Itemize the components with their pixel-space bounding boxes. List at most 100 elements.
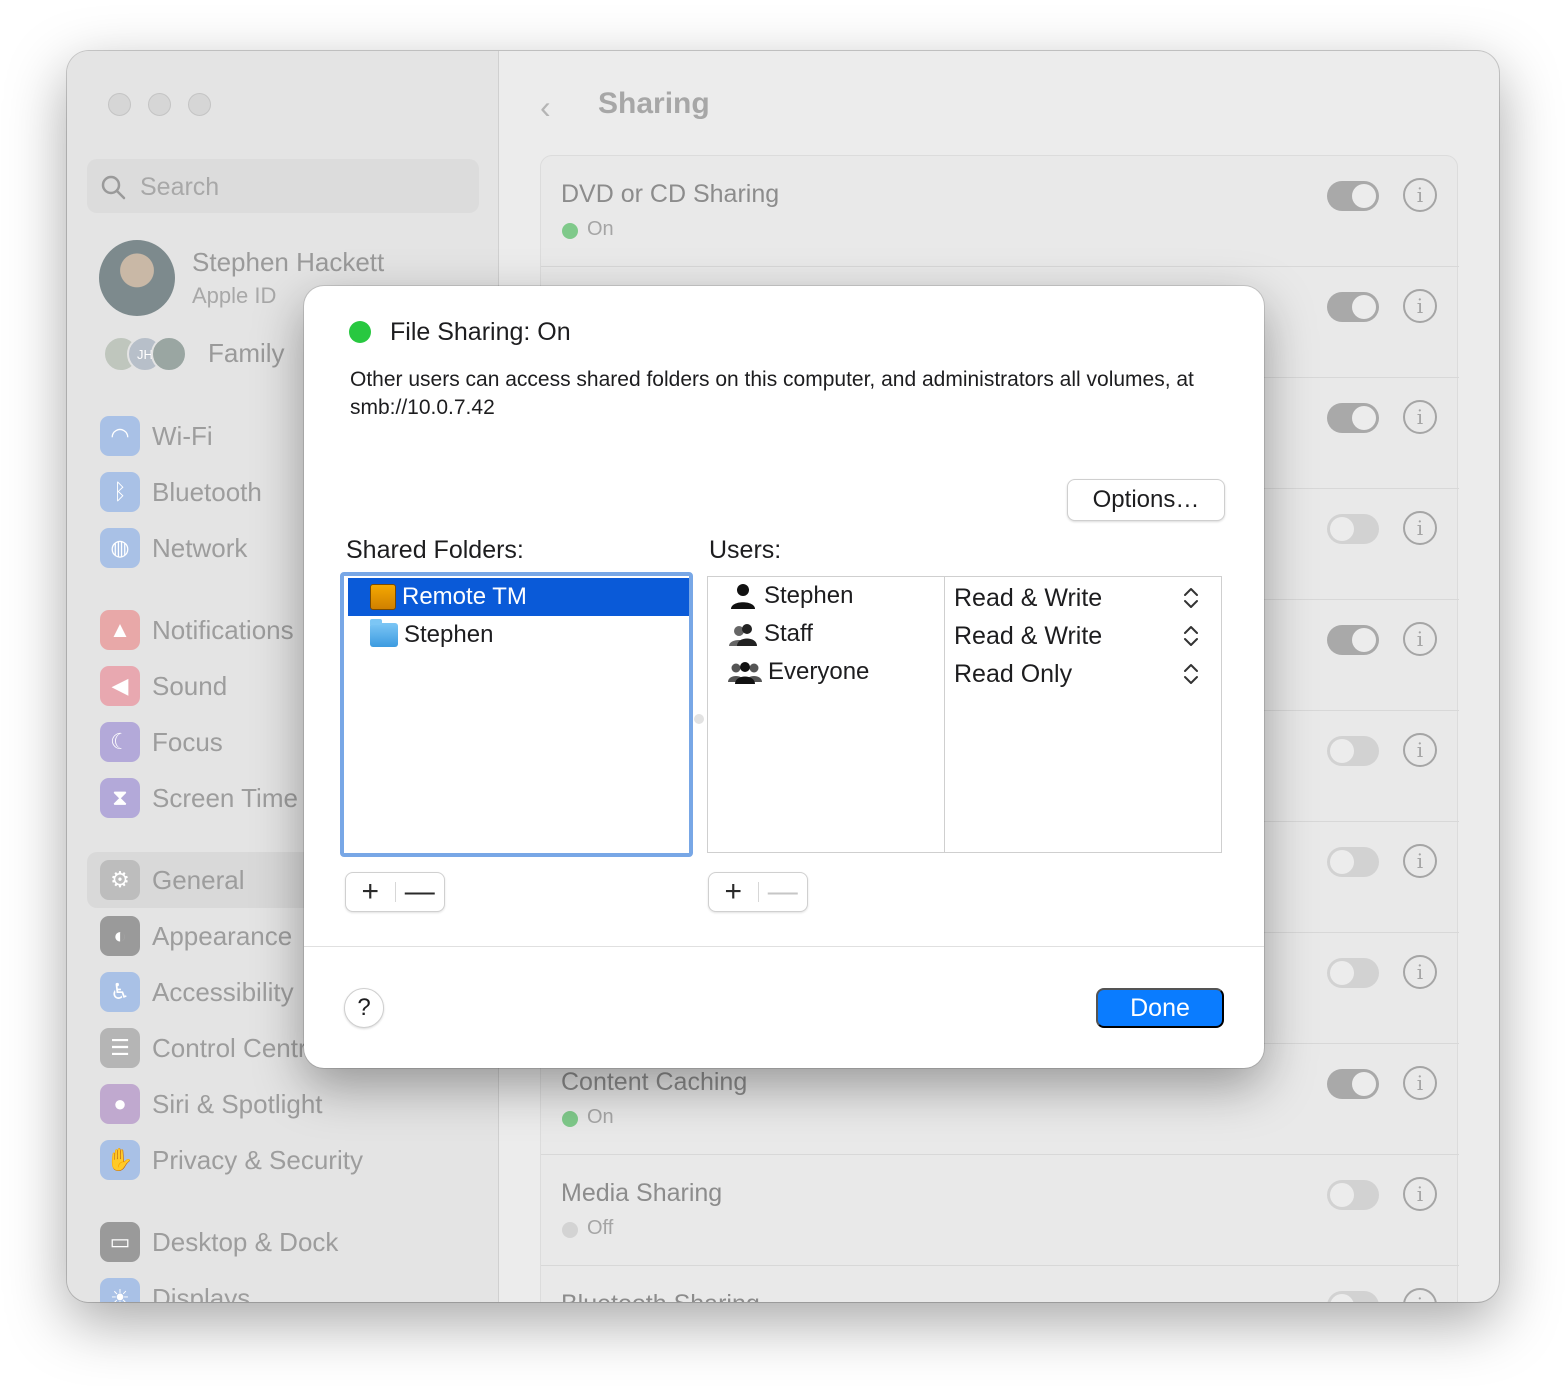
add-user-button[interactable]: + (709, 873, 758, 911)
toggle-switch[interactable] (1327, 1291, 1379, 1302)
sidebar-item-bluetooth[interactable]: ᛒ Bluetooth (100, 471, 262, 513)
sidebar-item-sound[interactable]: ◀ Sound (100, 665, 227, 707)
family-label[interactable]: Family (208, 338, 285, 369)
person-icon (731, 584, 755, 609)
info-icon[interactable]: i (1403, 622, 1437, 656)
sun-icon: ☀ (100, 1278, 140, 1302)
user-subtitle: Apple ID (192, 283, 277, 308)
column-divider (944, 577, 945, 852)
accessibility-icon: ♿ (100, 972, 140, 1012)
search-field[interactable]: Search (87, 159, 479, 213)
user-row-stephen[interactable]: Stephen (728, 577, 853, 615)
sidebar-item-notifications[interactable]: ▲ Notifications (100, 609, 294, 651)
updown-chevron-icon (1184, 588, 1198, 608)
users-table[interactable]: Stephen Staff Everyone Read & Write Read… (707, 576, 1222, 853)
permission-popup[interactable]: Read & Write (954, 579, 1214, 617)
sidebar-item-wifi[interactable]: ◠ Wi-Fi (100, 415, 213, 457)
toggle-switch[interactable] (1327, 181, 1379, 211)
globe-icon: ◍ (100, 528, 140, 568)
dock-icon: ▭ (100, 1222, 140, 1262)
sharing-row-bluetooth: Bluetooth Sharing i (541, 1266, 1459, 1302)
sidebar-item-focus[interactable]: ☾ Focus (100, 721, 223, 763)
sidebar-item-displays[interactable]: ☀ Displays (100, 1277, 250, 1302)
done-button[interactable]: Done (1096, 988, 1224, 1028)
everyone-icon (728, 662, 762, 684)
zoom-button[interactable] (188, 93, 211, 116)
info-icon[interactable]: i (1403, 955, 1437, 989)
add-folder-button[interactable]: + (346, 873, 395, 911)
sidebar-item-general[interactable]: ⚙ General (100, 859, 245, 901)
wifi-icon: ◠ (100, 416, 140, 456)
toggle-switch[interactable] (1327, 625, 1379, 655)
info-icon[interactable]: i (1403, 1288, 1437, 1302)
permission-popup[interactable]: Read & Write (954, 617, 1214, 655)
sidebar-item-network[interactable]: ◍ Network (100, 527, 247, 569)
dialog-description: Other users can access shared folders on… (350, 368, 1194, 419)
group-icon (729, 624, 757, 646)
info-icon[interactable]: i (1403, 289, 1437, 323)
info-icon[interactable]: i (1403, 400, 1437, 434)
chevron-left-icon: ‹ (540, 89, 551, 125)
drive-icon (370, 584, 396, 610)
status-indicator (349, 321, 371, 343)
bluetooth-icon: ᛒ (100, 472, 140, 512)
info-icon[interactable]: i (1403, 511, 1437, 545)
hourglass-icon: ⧗ (100, 778, 140, 818)
toggle-switch[interactable] (1327, 1180, 1379, 1210)
info-icon[interactable]: i (1403, 1066, 1437, 1100)
dialog-title: File Sharing: On (390, 318, 571, 346)
bell-icon: ▲ (100, 610, 140, 650)
info-icon[interactable]: i (1403, 733, 1437, 767)
family-avatar (151, 336, 187, 372)
toggle-switch[interactable] (1327, 958, 1379, 988)
sidebar-item-screen-time[interactable]: ⧗ Screen Time (100, 777, 298, 819)
file-sharing-dialog: File Sharing: On Other users can access … (304, 286, 1264, 1068)
user-row-staff[interactable]: Staff (728, 615, 813, 653)
sidebar-item-appearance[interactable]: ◐ Appearance (100, 915, 292, 957)
sharing-row-dvd: DVD or CD Sharing On i (541, 156, 1459, 267)
toggle-switch[interactable] (1327, 292, 1379, 322)
close-button[interactable] (108, 93, 131, 116)
toggle-switch[interactable] (1327, 736, 1379, 766)
siri-icon: ● (100, 1084, 140, 1124)
toggle-switch[interactable] (1327, 847, 1379, 877)
sharing-row-media: Media Sharing Off i (541, 1155, 1459, 1266)
folder-item-stephen[interactable]: Stephen (348, 616, 689, 654)
user-row-everyone[interactable]: Everyone (728, 653, 869, 691)
info-icon[interactable]: i (1403, 1177, 1437, 1211)
remove-user-button[interactable]: — (759, 873, 808, 911)
options-button[interactable]: Options… (1067, 479, 1225, 521)
avatar[interactable] (99, 240, 175, 316)
status-dot (562, 223, 578, 239)
help-button[interactable]: ? (344, 988, 384, 1028)
hand-icon: ✋ (100, 1140, 140, 1180)
toggle-switch[interactable] (1327, 1069, 1379, 1099)
folders-add-remove: + — (345, 872, 445, 912)
info-icon[interactable]: i (1403, 178, 1437, 212)
back-button[interactable]: ‹ (540, 89, 551, 126)
updown-chevron-icon (1184, 664, 1198, 684)
sidebar-item-privacy[interactable]: ✋ Privacy & Security (100, 1139, 363, 1181)
sidebar-item-accessibility[interactable]: ♿ Accessibility (100, 971, 294, 1013)
sidebar-item-control-centre[interactable]: ☰ Control Centre (100, 1027, 321, 1069)
sidebar-item-siri[interactable]: ● Siri & Spotlight (100, 1083, 323, 1125)
remove-folder-button[interactable]: — (396, 873, 445, 911)
page-title: Sharing (598, 87, 710, 120)
search-icon (101, 175, 126, 200)
sidebar-item-desktop-dock[interactable]: ▭ Desktop & Dock (100, 1221, 338, 1263)
speaker-icon: ◀ (100, 666, 140, 706)
toggle-switch[interactable] (1327, 514, 1379, 544)
moon-icon: ☾ (100, 722, 140, 762)
status-dot (562, 1111, 578, 1127)
shared-folders-label: Shared Folders: (346, 536, 524, 564)
folder-item-remote-tm[interactable]: Remote TM (348, 578, 689, 616)
minimize-button[interactable] (148, 93, 171, 116)
permission-popup[interactable]: Read Only (954, 655, 1214, 693)
search-placeholder: Search (140, 173, 220, 201)
user-name[interactable]: Stephen Hackett (192, 247, 384, 278)
toggle-switch[interactable] (1327, 403, 1379, 433)
split-handle[interactable] (694, 714, 704, 724)
info-icon[interactable]: i (1403, 844, 1437, 878)
appearance-icon: ◐ (100, 916, 140, 956)
shared-folders-list[interactable]: Remote TM Stephen (340, 572, 693, 857)
